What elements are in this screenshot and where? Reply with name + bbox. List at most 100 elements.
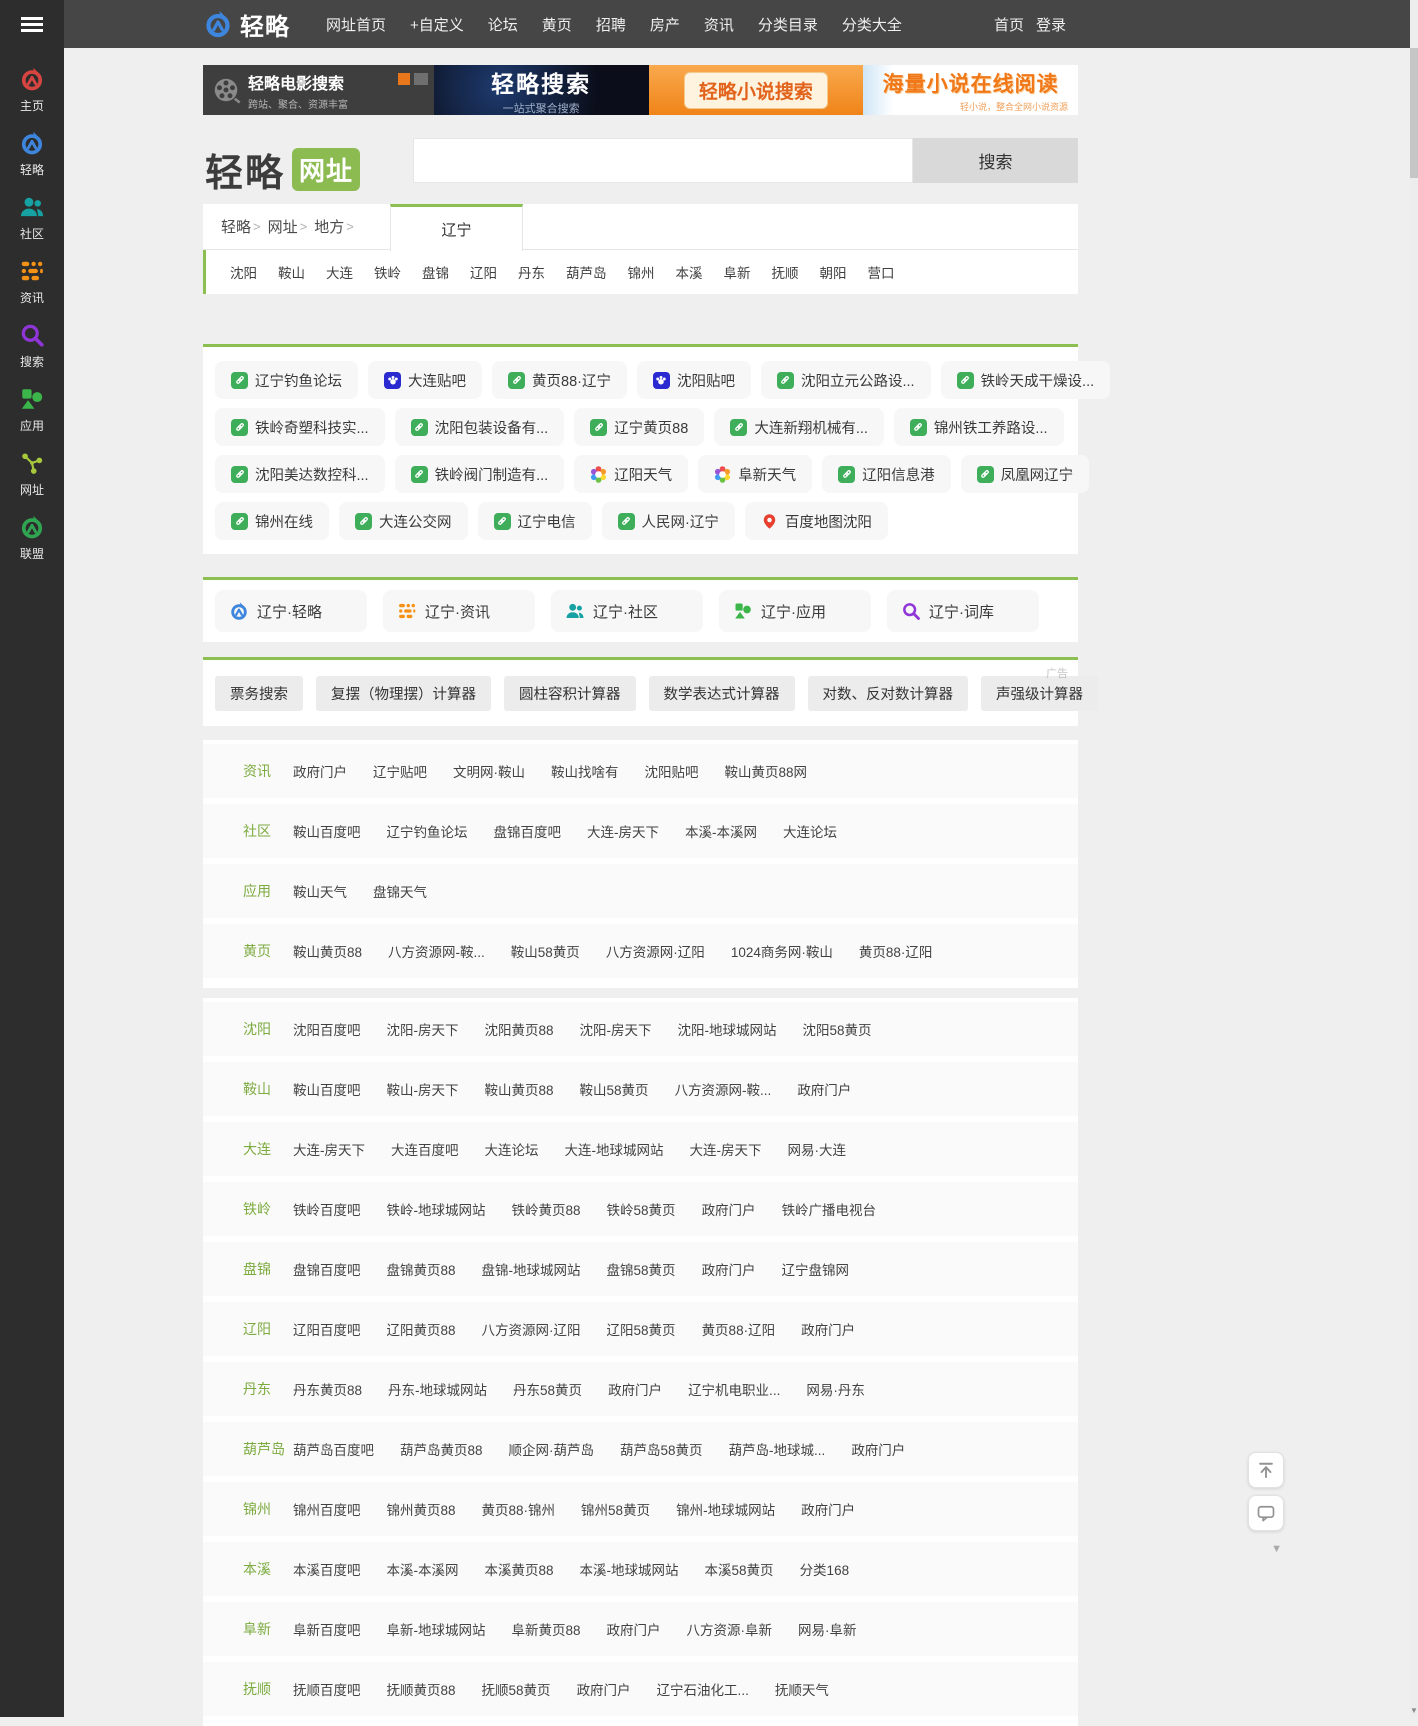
site-link[interactable]: 政府门户 <box>608 1379 662 1399</box>
banner-movie-search[interactable]: 轻略电影搜索 跨站、聚合、资源丰富 <box>203 65 434 115</box>
feedback-button[interactable] <box>1248 1495 1284 1531</box>
quick-link-tile[interactable]: 阜新天气 <box>698 455 813 493</box>
site-link[interactable]: 政府门户 <box>797 1079 851 1099</box>
site-link[interactable]: 1024商务网·鞍山 <box>731 941 833 961</box>
nav-menu-item[interactable]: +自定义 <box>408 10 466 39</box>
breadcrumb-link[interactable]: 网址 <box>268 216 298 237</box>
site-link[interactable]: 鞍山百度吧 <box>293 821 361 841</box>
banner-novel-search[interactable]: 轻略小说搜索 <box>648 65 864 115</box>
site-link[interactable]: 本溪百度吧 <box>293 1559 361 1579</box>
site-link[interactable]: 政府门户 <box>801 1319 855 1339</box>
site-link[interactable]: 政府门户 <box>293 761 347 781</box>
sidebar-item-community[interactable]: 社区 <box>0 186 64 250</box>
site-link[interactable]: 八方资源网·辽阳 <box>482 1319 581 1339</box>
row-city-link[interactable]: 辽阳 <box>243 1319 293 1339</box>
site-link[interactable]: 网易·大连 <box>788 1139 847 1159</box>
quick-link-tile[interactable]: 凤凰网辽宁 <box>960 455 1090 493</box>
scrollbar-track[interactable]: ▼ <box>1410 0 1418 1717</box>
site-link[interactable]: 沈阳-房天下 <box>580 1019 652 1039</box>
site-link[interactable]: 沈阳-房天下 <box>387 1019 459 1039</box>
quick-link-tile[interactable]: 铁岭天成干燥设... <box>940 361 1111 399</box>
site-link[interactable]: 葫芦岛58黄页 <box>620 1439 703 1459</box>
sidebar-item-apps[interactable]: 应用 <box>0 378 64 442</box>
site-link[interactable]: 沈阳黄页88 <box>485 1019 554 1039</box>
site-link[interactable]: 八方资源网·辽阳 <box>606 941 705 961</box>
site-link[interactable]: 盘锦百度吧 <box>293 1259 361 1279</box>
site-link[interactable]: 本溪-本溪网 <box>685 821 757 841</box>
site-link[interactable]: 沈阳贴吧 <box>645 761 699 781</box>
quick-link-tile[interactable]: 人民网·辽宁 <box>601 502 735 540</box>
site-link[interactable]: 政府门户 <box>702 1259 756 1279</box>
shortcut-news[interactable]: 辽宁·资讯 <box>383 590 535 632</box>
site-link[interactable]: 盘锦百度吧 <box>494 821 562 841</box>
site-link[interactable]: 大连-地球城网站 <box>565 1139 664 1159</box>
site-link[interactable]: 葫芦岛百度吧 <box>293 1439 374 1459</box>
quick-link-tile[interactable]: 沈阳立元公路设... <box>760 361 931 399</box>
site-link[interactable]: 辽宁石油化工... <box>657 1679 749 1699</box>
sidebar-item-alliance[interactable]: 联盟 <box>0 506 64 570</box>
site-link[interactable]: 本溪-本溪网 <box>387 1559 459 1579</box>
quick-link-tile[interactable]: 锦州铁工养路设... <box>893 408 1064 446</box>
quick-link-tile[interactable]: 大连贴吧 <box>368 361 482 399</box>
nav-menu-item[interactable]: 网址首页 <box>324 10 388 39</box>
shortcut-community[interactable]: 辽宁·社区 <box>551 590 703 632</box>
banner-qinglue-search[interactable]: 轻略搜索 一站式聚合搜索 <box>433 65 649 115</box>
site-link[interactable]: 阜新百度吧 <box>293 1619 361 1639</box>
site-link[interactable]: 鞍山-房天下 <box>387 1079 459 1099</box>
row-city-link[interactable]: 抚顺 <box>243 1679 293 1699</box>
nav-menu-item[interactable]: 房产 <box>648 10 682 39</box>
row-category-link[interactable]: 应用 <box>243 881 293 901</box>
tool-button[interactable]: 对数、反对数计算器 <box>807 676 968 711</box>
city-link[interactable]: 丹东 <box>518 262 545 282</box>
site-link[interactable]: 大连论坛 <box>783 821 837 841</box>
row-city-link[interactable]: 丹东 <box>243 1379 293 1399</box>
scrollbar-thumb[interactable] <box>1410 48 1418 178</box>
site-link[interactable]: 大连-房天下 <box>587 821 659 841</box>
city-link[interactable]: 辽阳 <box>470 262 497 282</box>
site-link[interactable]: 锦州黄页88 <box>387 1499 456 1519</box>
site-link[interactable]: 顺企网·葫芦岛 <box>509 1439 595 1459</box>
site-link[interactable]: 鞍山黄页88网 <box>725 761 808 781</box>
quick-link-tile[interactable]: 锦州在线 <box>215 502 329 540</box>
back-to-top-button[interactable] <box>1248 1452 1284 1488</box>
breadcrumb-link[interactable]: 地方 <box>314 216 344 237</box>
site-link[interactable]: 辽宁盘锦网 <box>782 1259 850 1279</box>
quick-link-tile[interactable]: 沈阳包装设备有... <box>394 408 565 446</box>
site-link[interactable]: 政府门户 <box>607 1619 661 1639</box>
tool-button[interactable]: 圆柱容积计算器 <box>504 676 636 711</box>
site-link[interactable]: 鞍山百度吧 <box>293 1079 361 1099</box>
site-link[interactable]: 黄页88·辽阳 <box>702 1319 776 1339</box>
sidebar-item-home[interactable]: 主页 <box>0 58 64 122</box>
site-link[interactable]: 阜新-地球城网站 <box>387 1619 486 1639</box>
row-city-link[interactable]: 沈阳 <box>243 1019 293 1039</box>
sidebar-item-urls[interactable]: 网址 <box>0 442 64 506</box>
quick-link-tile[interactable]: 铁岭阀门制造有... <box>394 455 565 493</box>
site-link[interactable]: 辽宁贴吧 <box>373 761 427 781</box>
hamburger-menu-button[interactable] <box>0 0 64 48</box>
row-city-link[interactable]: 阜新 <box>243 1619 293 1639</box>
row-category-link[interactable]: 黄页 <box>243 941 293 961</box>
site-link[interactable]: 阜新黄页88 <box>512 1619 581 1639</box>
city-link[interactable]: 阜新 <box>724 262 751 282</box>
site-link[interactable]: 铁岭-地球城网站 <box>387 1199 486 1219</box>
site-link[interactable]: 网易·阜新 <box>798 1619 857 1639</box>
row-city-link[interactable]: 葫芦岛 <box>243 1439 293 1459</box>
site-link[interactable]: 锦州百度吧 <box>293 1499 361 1519</box>
city-link[interactable]: 锦州 <box>628 262 655 282</box>
site-link[interactable]: 锦州-地球城网站 <box>676 1499 775 1519</box>
tool-button[interactable]: 声强级计算器 <box>981 676 1098 711</box>
site-link[interactable]: 本溪-地球城网站 <box>580 1559 679 1579</box>
nav-menu-item[interactable]: 招聘 <box>594 10 628 39</box>
nav-login-link[interactable]: 登录 <box>1036 14 1066 35</box>
site-link[interactable]: 葫芦岛-地球城... <box>729 1439 826 1459</box>
site-link[interactable]: 丹东58黄页 <box>513 1379 582 1399</box>
quick-link-tile[interactable]: 辽宁钓鱼论坛 <box>215 361 358 399</box>
nav-menu-item[interactable]: 资讯 <box>702 10 736 39</box>
site-link[interactable]: 政府门户 <box>801 1499 855 1519</box>
caret-down-icon[interactable]: ▼ <box>1271 1544 1282 1555</box>
site-link[interactable]: 铁岭58黄页 <box>607 1199 676 1219</box>
site-link[interactable]: 政府门户 <box>851 1439 905 1459</box>
site-link[interactable]: 八方资源·阜新 <box>687 1619 773 1639</box>
navbar-logo[interactable]: 轻略 <box>203 7 290 42</box>
site-link[interactable]: 八方资源网-鞍... <box>675 1079 772 1099</box>
